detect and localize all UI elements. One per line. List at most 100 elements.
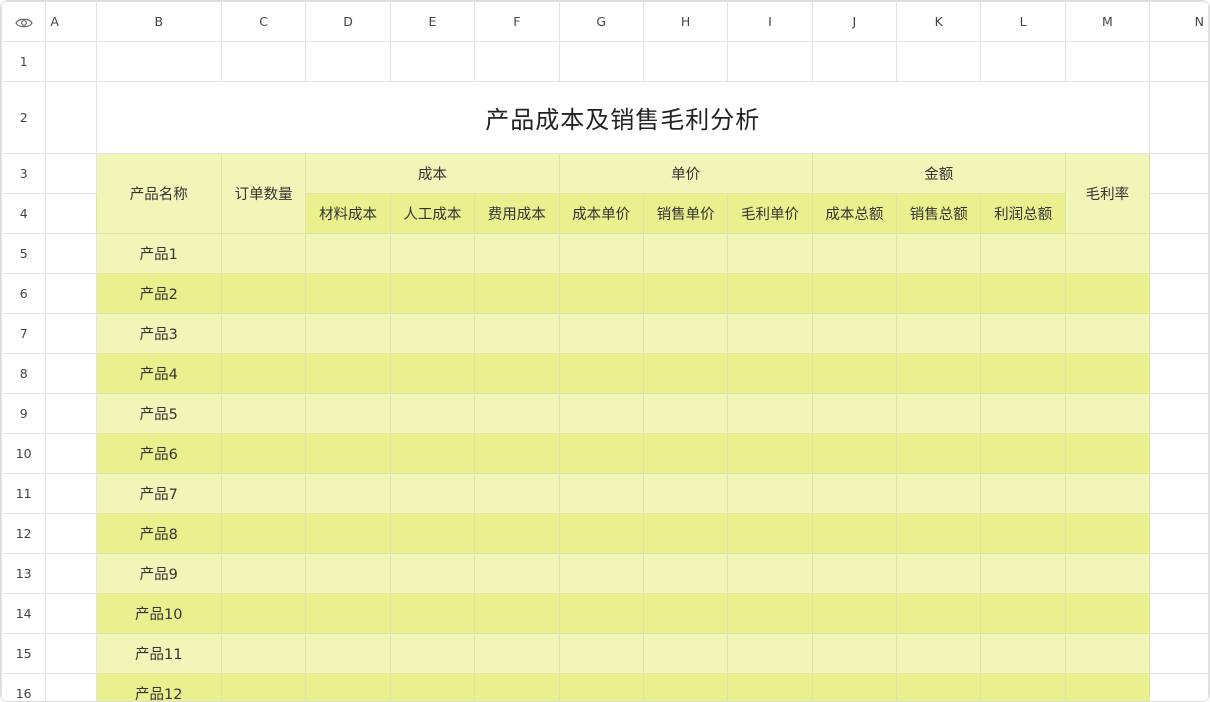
data-cell[interactable]: [1064, 393, 1150, 434]
data-cell[interactable]: [896, 433, 982, 474]
data-cell[interactable]: [305, 593, 391, 634]
data-cell[interactable]: [558, 433, 644, 474]
data-cell[interactable]: [558, 553, 644, 594]
product-name-cell[interactable]: 产品4: [95, 353, 222, 394]
header-total-profit[interactable]: 利润总额: [980, 193, 1066, 234]
cell[interactable]: [220, 41, 307, 82]
data-cell[interactable]: [980, 433, 1066, 474]
header-sales-unit-price[interactable]: 销售单价: [642, 193, 729, 234]
cell[interactable]: [642, 41, 729, 82]
cell[interactable]: [1148, 81, 1209, 154]
row-header[interactable]: 11: [1, 473, 47, 514]
column-header-k[interactable]: K: [896, 1, 982, 42]
row-header[interactable]: 14: [1, 593, 47, 634]
data-cell[interactable]: [642, 633, 729, 674]
row-header[interactable]: 12: [1, 513, 47, 554]
data-cell[interactable]: [474, 593, 560, 634]
data-cell[interactable]: [896, 593, 982, 634]
data-cell[interactable]: [220, 553, 307, 594]
data-cell[interactable]: [474, 233, 560, 274]
product-name-cell[interactable]: 产品8: [95, 513, 222, 554]
cell[interactable]: [1148, 393, 1209, 434]
data-cell[interactable]: [474, 273, 560, 314]
data-cell[interactable]: [1064, 593, 1150, 634]
cell[interactable]: [45, 513, 97, 554]
data-cell[interactable]: [811, 553, 898, 594]
cell[interactable]: [1148, 553, 1209, 594]
data-cell[interactable]: [389, 433, 476, 474]
header-gross-margin-rate[interactable]: 毛利率: [1064, 153, 1150, 234]
header-total-sales[interactable]: 销售总额: [896, 193, 982, 234]
cell[interactable]: [1148, 153, 1209, 194]
data-cell[interactable]: [896, 673, 982, 701]
data-cell[interactable]: [811, 313, 898, 354]
data-cell[interactable]: [389, 313, 476, 354]
data-cell[interactable]: [220, 313, 307, 354]
header-labor-cost[interactable]: 人工成本: [389, 193, 476, 234]
data-cell[interactable]: [980, 393, 1066, 434]
data-cell[interactable]: [220, 433, 307, 474]
data-cell[interactable]: [220, 473, 307, 514]
cell[interactable]: [1148, 513, 1209, 554]
row-header[interactable]: 16: [1, 673, 47, 701]
product-name-cell[interactable]: 产品11: [95, 633, 222, 674]
data-cell[interactable]: [558, 633, 644, 674]
header-material-cost[interactable]: 材料成本: [305, 193, 391, 234]
header-amount-group[interactable]: 金额: [811, 153, 1066, 194]
data-cell[interactable]: [389, 393, 476, 434]
data-cell[interactable]: [474, 513, 560, 554]
data-cell[interactable]: [896, 313, 982, 354]
data-cell[interactable]: [980, 233, 1066, 274]
cell[interactable]: [45, 273, 97, 314]
data-cell[interactable]: [811, 433, 898, 474]
header-total-cost[interactable]: 成本总额: [811, 193, 898, 234]
data-cell[interactable]: [642, 513, 729, 554]
data-cell[interactable]: [389, 593, 476, 634]
data-cell[interactable]: [896, 393, 982, 434]
row-header[interactable]: 6: [1, 273, 47, 314]
data-cell[interactable]: [980, 313, 1066, 354]
data-cell[interactable]: [220, 273, 307, 314]
header-cost-group[interactable]: 成本: [305, 153, 560, 194]
data-cell[interactable]: [389, 673, 476, 701]
data-cell[interactable]: [305, 433, 391, 474]
column-header-l[interactable]: L: [980, 1, 1066, 42]
product-name-cell[interactable]: 产品3: [95, 313, 222, 354]
product-name-cell[interactable]: 产品2: [95, 273, 222, 314]
column-header-d[interactable]: D: [305, 1, 391, 42]
data-cell[interactable]: [1064, 313, 1150, 354]
row-header-1[interactable]: 1: [1, 41, 47, 82]
data-cell[interactable]: [727, 433, 813, 474]
cell[interactable]: [896, 41, 982, 82]
data-cell[interactable]: [220, 393, 307, 434]
cell[interactable]: [45, 393, 97, 434]
row-header[interactable]: 5: [1, 233, 47, 274]
data-cell[interactable]: [474, 313, 560, 354]
data-cell[interactable]: [727, 273, 813, 314]
data-cell[interactable]: [389, 553, 476, 594]
data-cell[interactable]: [389, 233, 476, 274]
data-cell[interactable]: [220, 233, 307, 274]
column-header-h[interactable]: H: [642, 1, 729, 42]
data-cell[interactable]: [220, 513, 307, 554]
cell[interactable]: [45, 673, 97, 701]
cell[interactable]: [1148, 353, 1209, 394]
data-cell[interactable]: [642, 473, 729, 514]
data-cell[interactable]: [220, 673, 307, 701]
data-cell[interactable]: [896, 353, 982, 394]
cell[interactable]: [1148, 273, 1209, 314]
data-cell[interactable]: [389, 273, 476, 314]
data-cell[interactable]: [305, 553, 391, 594]
cell[interactable]: [811, 41, 898, 82]
data-cell[interactable]: [305, 313, 391, 354]
row-header[interactable]: 15: [1, 633, 47, 674]
data-cell[interactable]: [811, 273, 898, 314]
column-header-i[interactable]: I: [727, 1, 813, 42]
data-cell[interactable]: [811, 673, 898, 701]
data-cell[interactable]: [642, 393, 729, 434]
header-order-qty[interactable]: 订单数量: [220, 153, 307, 234]
header-expense-cost[interactable]: 费用成本: [474, 193, 560, 234]
cell[interactable]: [45, 633, 97, 674]
data-cell[interactable]: [389, 633, 476, 674]
column-header-n[interactable]: N: [1148, 1, 1209, 42]
